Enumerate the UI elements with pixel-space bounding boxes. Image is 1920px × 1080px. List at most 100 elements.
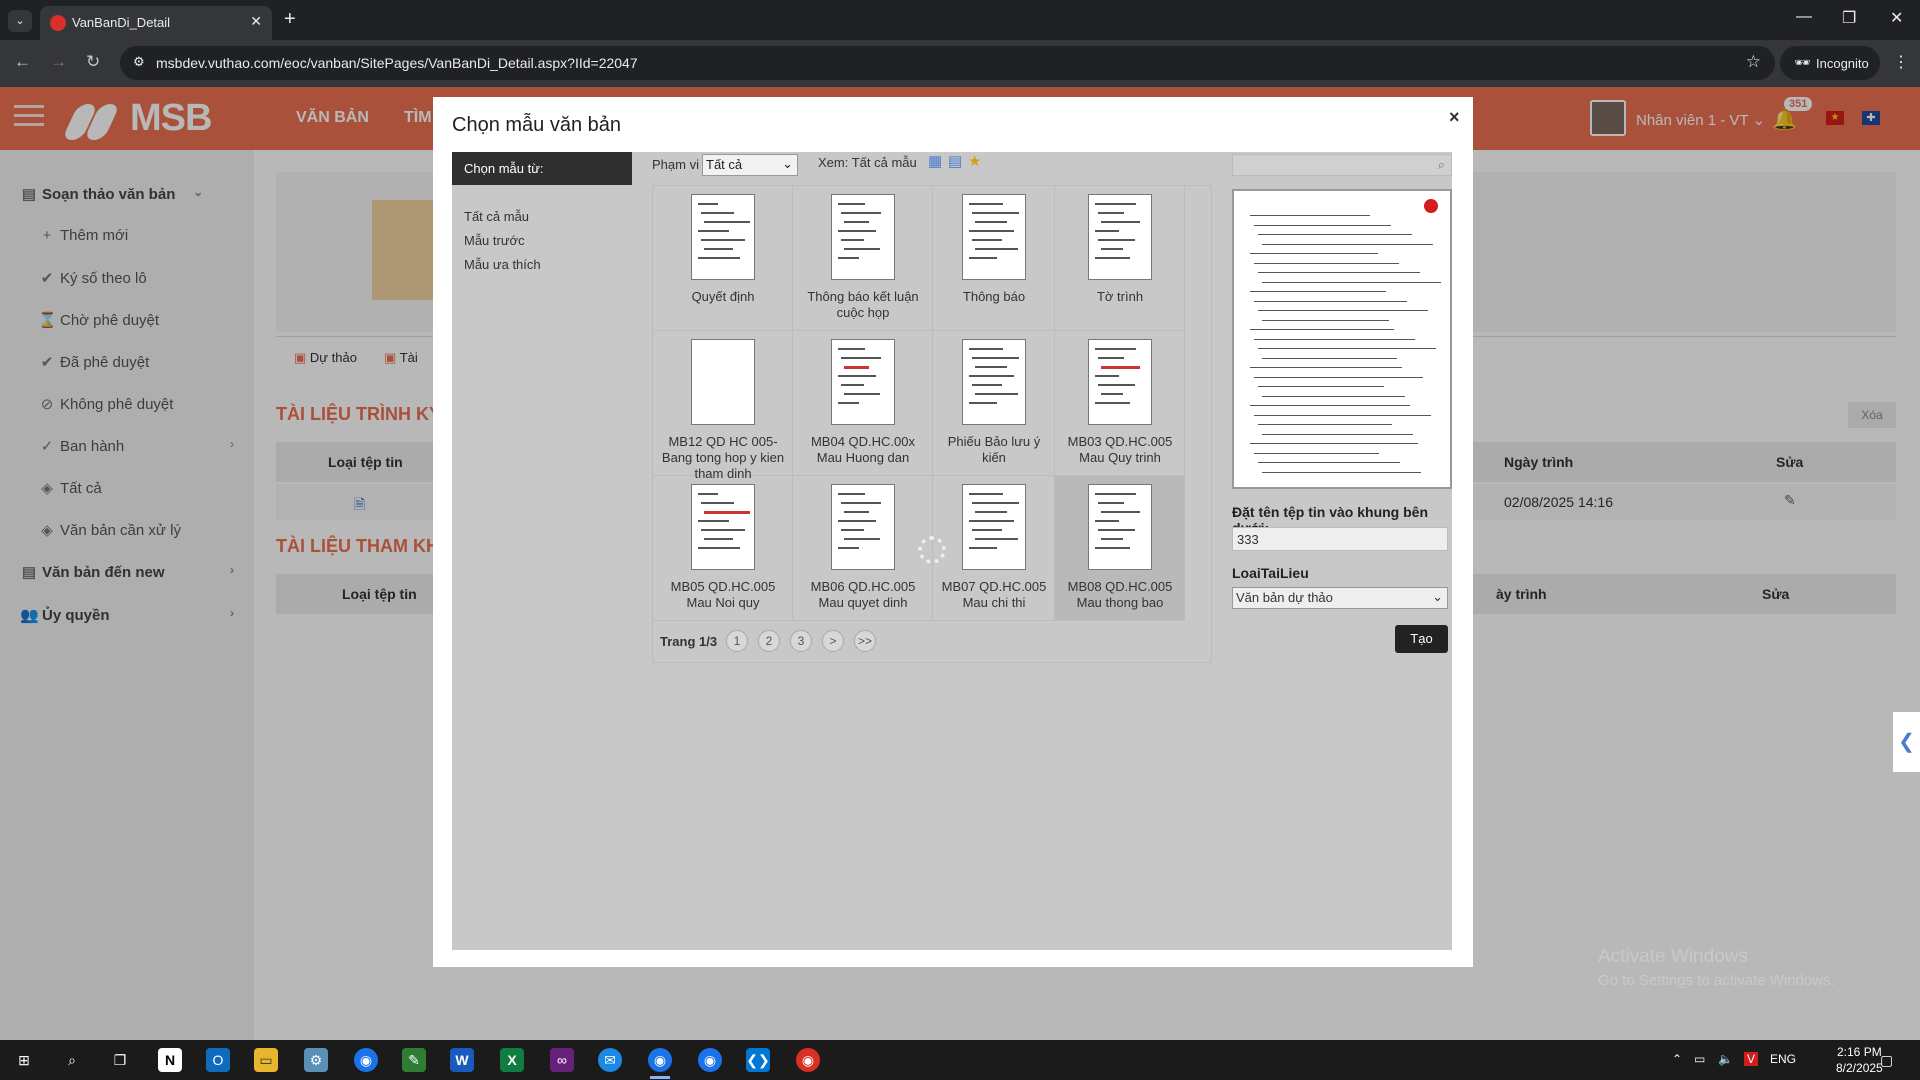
search-icon[interactable]: ⌕ — [1438, 157, 1445, 173]
new-tab-icon[interactable]: + — [284, 8, 296, 31]
browser-tab-strip: ⌄ VanBanDi_Detail ✕ + — ❐ ✕ — [0, 0, 1920, 40]
template-card[interactable]: Quyết định — [653, 186, 793, 331]
list-view-icon[interactable]: ▤ — [948, 152, 962, 170]
tab-search-button[interactable]: ⌄ — [8, 10, 32, 32]
thumbnail-line — [841, 357, 881, 359]
close-tab-icon[interactable]: ✕ — [250, 13, 262, 30]
zalo-icon[interactable]: ✉ — [598, 1048, 622, 1072]
site-info-icon[interactable]: ⚙ — [133, 54, 145, 70]
word-icon[interactable]: W — [450, 1048, 474, 1072]
outlook-icon[interactable]: O — [206, 1048, 230, 1072]
chrome-icon[interactable]: ◉ — [796, 1048, 820, 1072]
thumbnail-line — [975, 221, 1007, 223]
create-button[interactable]: Tạo — [1395, 625, 1448, 653]
thumbnail-line — [1101, 221, 1140, 223]
thumbnail-line — [698, 257, 740, 259]
file-explorer-icon[interactable]: ▭ — [254, 1048, 278, 1072]
task-view-icon[interactable]: ❐ — [108, 1048, 132, 1072]
page-2-button[interactable]: 2 — [758, 630, 780, 652]
thumbnail-line — [1101, 511, 1140, 513]
scope-select[interactable]: Tất cả ⌄ — [702, 154, 798, 176]
preview-line — [1262, 319, 1389, 321]
chrome-icon[interactable]: ◉ — [698, 1048, 722, 1072]
close-window-icon[interactable]: ✕ — [1890, 8, 1903, 28]
notion-icon[interactable]: N — [158, 1048, 182, 1072]
bookmark-star-icon[interactable]: ☆ — [1746, 52, 1761, 72]
favorite-star-icon[interactable]: ★ — [968, 152, 981, 170]
network-icon[interactable]: ▭ — [1694, 1052, 1705, 1066]
vscode-icon[interactable]: ❮❯ — [746, 1048, 770, 1072]
loading-spinner-icon — [918, 536, 946, 564]
template-thumbnail — [1088, 484, 1152, 570]
browser-tab[interactable]: VanBanDi_Detail ✕ — [40, 6, 272, 40]
thumbnail-line — [1098, 502, 1124, 504]
notepad-plus-icon[interactable]: ✎ — [402, 1048, 426, 1072]
doctype-select[interactable]: Văn bản dự thảo ⌄ — [1232, 587, 1448, 609]
preview-line — [1254, 452, 1379, 454]
template-card[interactable]: MB03 QD.HC.005 Mau Quy trinh — [1055, 331, 1185, 476]
template-card[interactable]: MB12 QD HC 005- Bang tong hop y kien tha… — [653, 331, 793, 481]
template-card[interactable]: Phiếu Bảo lưu ý kiến — [933, 331, 1055, 476]
template-card[interactable]: MB04 QD.HC.00x Mau Huong dan — [793, 331, 933, 476]
template-card[interactable]: Thông báo kết luận cuộc họp — [793, 186, 933, 331]
chevron-down-icon: ⌄ — [1432, 589, 1443, 604]
thumbnail-line — [698, 493, 718, 495]
template-card[interactable]: Tờ trình — [1055, 186, 1185, 331]
last-page-button[interactable]: >> — [854, 630, 876, 652]
page-3-button[interactable]: 3 — [790, 630, 812, 652]
system-clock[interactable]: 2:16 PM 8/2/2025 — [1836, 1044, 1883, 1076]
thumbnail-line — [1095, 520, 1119, 522]
template-card[interactable]: MB08 QD.HC.005 Mau thong bao — [1055, 476, 1185, 621]
thumbnail-line — [1095, 348, 1136, 350]
template-card[interactable]: MB05 QD.HC.005 Mau Noi quy — [653, 476, 793, 621]
next-page-button[interactable]: > — [822, 630, 844, 652]
notifications-icon[interactable]: ▢ — [1880, 1052, 1893, 1069]
scope-label: Phạm vi — [652, 157, 699, 172]
link-all-templates[interactable]: Tất cả mẫu — [464, 209, 529, 224]
restore-icon[interactable]: ❐ — [1842, 8, 1856, 28]
activate-windows-title: Activate Windows — [1598, 946, 1748, 967]
search-input[interactable]: ⌕ — [1232, 154, 1452, 176]
back-icon[interactable]: ← — [14, 52, 31, 72]
preview-line — [1250, 329, 1394, 330]
excel-icon[interactable]: X — [500, 1048, 524, 1072]
grid-view-icon[interactable]: ▦ — [928, 152, 942, 170]
thumbnail-line — [698, 203, 718, 205]
browser-menu-icon[interactable]: ⋮ — [1893, 52, 1909, 72]
collapse-panel-chevron-icon[interactable]: ❮ — [1893, 712, 1920, 772]
forward-icon[interactable]: → — [50, 52, 67, 72]
template-card[interactable]: Thông báo — [933, 186, 1055, 331]
network-app-icon[interactable]: ⚙ — [304, 1048, 328, 1072]
template-card[interactable]: MB06 QD.HC.005 Mau quyet dinh — [793, 476, 933, 621]
visual-studio-icon[interactable]: ∞ — [550, 1048, 574, 1072]
close-icon[interactable]: × — [1449, 107, 1460, 128]
thumbnail-line — [844, 393, 880, 395]
template-card[interactable]: MB07 QD.HC.005 Mau chi thi — [933, 476, 1055, 621]
incognito-indicator[interactable]: 🕶 Incognito — [1780, 46, 1880, 80]
tray-expand-icon[interactable]: ⌃ — [1672, 1052, 1682, 1066]
chevron-down-icon: ⌄ — [782, 156, 793, 171]
thumbnail-line — [701, 212, 734, 214]
chrome-icon[interactable]: ◉ — [354, 1048, 378, 1072]
volume-icon[interactable]: 🔈 — [1718, 1052, 1733, 1066]
page-1-button[interactable]: 1 — [726, 630, 748, 652]
thumbnail-line — [841, 384, 864, 386]
modal-body: Chọn mẫu từ: Tất cả mẫu Mẫu trước Mẫu ưa… — [452, 152, 1452, 950]
filename-input[interactable]: 333 — [1232, 527, 1448, 551]
link-favorite-templates[interactable]: Mẫu ưa thích — [464, 257, 541, 272]
omnibox[interactable]: ⚙ msbdev.vuthao.com/eoc/vanban/SitePages… — [120, 46, 1775, 80]
thumbnail-line — [972, 239, 1002, 241]
chrome-icon[interactable]: ◉ — [648, 1048, 672, 1072]
template-label: Thông báo — [962, 289, 1026, 304]
thumbnail-line — [972, 384, 1002, 386]
thumbnail-line — [1095, 402, 1130, 404]
search-icon[interactable]: ⌕ — [60, 1048, 84, 1072]
language-indicator[interactable]: ENG — [1770, 1052, 1796, 1066]
thumbnail-line — [698, 520, 729, 522]
link-previous-templates[interactable]: Mẫu trước — [464, 233, 525, 248]
thumbnail-line — [1101, 538, 1123, 540]
minimize-icon[interactable]: — — [1796, 8, 1812, 26]
windows-start-icon[interactable]: ⊞ — [12, 1048, 36, 1072]
reload-icon[interactable]: ↻ — [86, 52, 100, 72]
vietkey-icon[interactable]: V — [1744, 1052, 1759, 1066]
